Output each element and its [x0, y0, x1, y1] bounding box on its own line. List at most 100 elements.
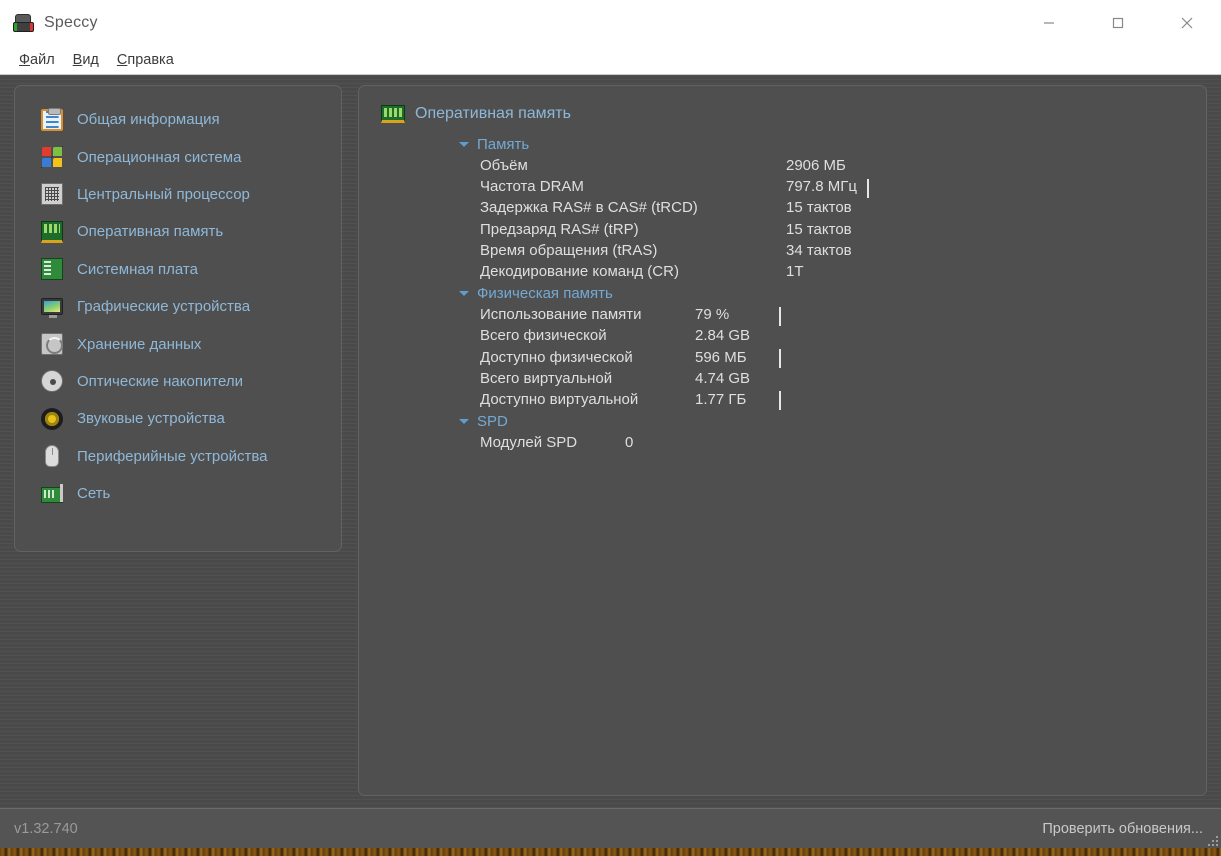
sidebar-item-label: Оптические накопители: [77, 372, 244, 390]
minimize-button[interactable]: [1014, 0, 1083, 46]
table-row: Время обращения (tRAS) 34 тактов: [480, 240, 1206, 261]
speaker-icon: [41, 407, 63, 430]
status-indicator-icon: [779, 306, 793, 326]
table-row: Модулей SPD 0: [480, 432, 1206, 453]
chevron-down-icon: [459, 141, 469, 147]
menu-help-label: правка: [127, 52, 174, 68]
sidebar-item-label: Звуковые устройства: [77, 410, 225, 428]
row-key: Частота DRAM: [480, 178, 584, 196]
row-key: Предзаряд RAS# (tRP): [480, 220, 639, 238]
menu-file[interactable]: Файл: [10, 50, 64, 70]
windows-flag-icon: [41, 146, 63, 169]
row-key: Доступно виртуальной: [480, 390, 639, 408]
row-value: 15 тактов: [786, 220, 852, 238]
sidebar-item-peripherals[interactable]: Периферийные устройства: [15, 438, 341, 475]
group-spd: SPD Модулей SPD 0: [459, 410, 1206, 453]
group-memory-rows: Объём 2906 МБ Частота DRAM 797.8 МГц Зад…: [480, 155, 1206, 282]
mouse-icon: [41, 445, 63, 468]
ram-stick-icon: [41, 220, 63, 243]
row-key: Время обращения (tRAS): [480, 241, 658, 259]
group-title: Физическая память: [477, 284, 613, 302]
minimize-icon: [1043, 22, 1054, 24]
title-bar: Speccy: [0, 0, 1221, 46]
menu-view-mnemonic: В: [72, 52, 83, 68]
menu-file-label: айл: [30, 52, 55, 68]
sidebar-item-label: Системная плата: [77, 260, 198, 278]
chevron-down-icon: [459, 418, 469, 424]
row-value: 2.84 GB: [695, 327, 751, 345]
resize-grip-icon[interactable]: [1205, 833, 1218, 846]
motherboard-icon: [41, 258, 63, 281]
row-value: 0: [625, 434, 634, 452]
row-key: Доступно физической: [480, 348, 633, 366]
group-title: Память: [477, 135, 530, 153]
menu-view[interactable]: Вид: [64, 50, 108, 70]
group-title: SPD: [477, 412, 508, 430]
sidebar-item-storage[interactable]: Хранение данных: [15, 325, 341, 362]
table-row: Доступно физической 596 МБ: [480, 347, 1206, 369]
table-row: Предзаряд RAS# (tRP) 15 тактов: [480, 219, 1206, 240]
maximize-icon: [1112, 17, 1123, 29]
row-key: Модулей SPD: [480, 434, 578, 452]
menu-help[interactable]: Справка: [108, 50, 183, 70]
row-value: 4.74 GB: [695, 369, 751, 387]
sidebar-item-ram[interactable]: Оперативная память: [15, 213, 341, 250]
clipboard-icon: [41, 107, 63, 131]
row-value: 596 МБ: [695, 348, 747, 366]
row-value: 79 %: [695, 306, 730, 324]
close-icon: [1181, 17, 1192, 29]
sidebar-item-graphics[interactable]: Графические устройства: [15, 288, 341, 325]
menu-help-mnemonic: С: [116, 52, 128, 68]
sidebar-item-cpu[interactable]: Центральный процессор: [15, 176, 341, 213]
row-key: Всего виртуальной: [480, 369, 613, 387]
table-row: Использование памяти 79 %: [480, 304, 1206, 326]
table-row: Частота DRAM 797.8 МГц: [480, 176, 1206, 198]
group-physical-memory-header[interactable]: Физическая память: [459, 282, 1206, 304]
sidebar-item-label: Графические устройства: [77, 298, 251, 316]
row-key: Использование памяти: [480, 306, 642, 324]
menu-file-mnemonic: Ф: [19, 52, 31, 68]
sidebar: Общая информация Операционная система Це…: [14, 85, 342, 552]
sidebar-item-motherboard[interactable]: Системная плата: [15, 251, 341, 288]
close-button[interactable]: [1152, 0, 1221, 46]
details-panel: Оперативная память Память Объём 2906 МБ …: [358, 85, 1207, 796]
table-row: Декодирование команд (CR) 1T: [480, 261, 1206, 282]
sidebar-item-optical-drives[interactable]: Оптические накопители: [15, 363, 341, 400]
sidebar-item-summary[interactable]: Общая информация: [15, 101, 341, 138]
table-row: Объём 2906 МБ: [480, 155, 1206, 176]
status-indicator-icon: [779, 349, 793, 369]
table-row: Всего физической 2.84 GB: [480, 325, 1206, 346]
group-spd-header[interactable]: SPD: [459, 410, 1206, 432]
status-indicator-icon: [866, 178, 881, 198]
optical-disc-icon: [41, 370, 63, 393]
window-title: Speccy: [44, 14, 98, 31]
sidebar-item-operating-system[interactable]: Операционная система: [15, 138, 341, 175]
row-key: Объём: [480, 157, 528, 175]
speccy-logo-icon: [12, 12, 34, 34]
ram-stick-icon: [381, 105, 405, 123]
group-spd-rows: Модулей SPD 0: [480, 432, 1206, 453]
sidebar-item-label: Центральный процессор: [77, 185, 250, 203]
table-row: Всего виртуальной 4.74 GB: [480, 368, 1206, 389]
sidebar-item-label: Сеть: [77, 485, 111, 503]
sidebar-item-audio[interactable]: Звуковые устройства: [15, 400, 341, 437]
sidebar-item-label: Оперативная память: [77, 223, 224, 241]
network-card-icon: [41, 483, 63, 505]
row-key: Декодирование команд (CR): [480, 263, 679, 281]
row-value: 15 тактов: [786, 199, 852, 217]
row-value: 1.77 ГБ: [695, 390, 747, 408]
maximize-button[interactable]: [1083, 0, 1152, 46]
group-physical-memory-rows: Использование памяти 79 % Всего физическ…: [480, 304, 1206, 411]
version-label: v1.32.740: [14, 820, 78, 837]
table-row: Задержка RAS# в CAS# (tRCD) 15 тактов: [480, 197, 1206, 218]
menu-view-label: ид: [82, 52, 99, 68]
cpu-icon: [41, 183, 63, 206]
row-value: 1T: [786, 263, 804, 281]
group-memory-header[interactable]: Память: [459, 133, 1206, 155]
sidebar-item-label: Общая информация: [77, 111, 220, 129]
sidebar-item-network[interactable]: Сеть: [15, 475, 341, 512]
group-memory: Память Объём 2906 МБ Частота DRAM 797.8 …: [459, 133, 1206, 282]
row-value: 34 тактов: [786, 241, 852, 259]
check-updates-link[interactable]: Проверить обновения...: [1042, 821, 1203, 837]
sidebar-item-label: Хранение данных: [77, 335, 202, 353]
